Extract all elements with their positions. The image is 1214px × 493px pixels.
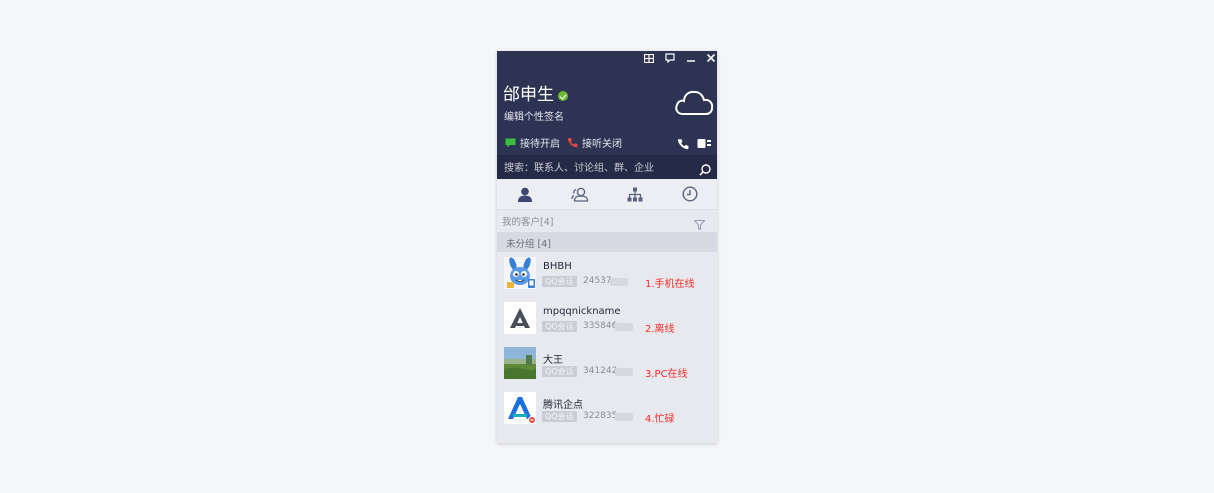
grey-a-logo-avatar	[504, 302, 536, 334]
contact-name: 大王	[543, 355, 563, 366]
contact-row[interactable]: mpqqnickname QQ会话 335846 2.离线	[497, 297, 717, 342]
search-input[interactable]	[497, 155, 702, 181]
contact-id: 322835	[583, 411, 618, 421]
landscape-avatar	[504, 347, 536, 379]
minimize-icon[interactable]	[684, 52, 698, 64]
contact-name: 腾讯企点	[543, 400, 583, 411]
tab-organization[interactable]	[607, 179, 662, 209]
profile-name: 邰申生	[503, 85, 554, 105]
clock-icon	[681, 186, 698, 202]
qq-session-badge: QQ会话	[542, 366, 577, 377]
blue-a-logo-avatar	[504, 392, 536, 424]
profile-name-row: 邰申生	[503, 84, 568, 106]
tab-contacts[interactable]	[497, 179, 552, 209]
signature-edit[interactable]: 编辑个性签名	[504, 108, 564, 123]
org-chart-icon	[627, 187, 642, 201]
search-bar	[497, 155, 717, 181]
qq-session-badge: QQ会话	[542, 276, 577, 287]
status-note: 1.手机在线	[645, 279, 695, 290]
contact-id: 341242	[583, 366, 618, 376]
status-note: 3.PC在线	[645, 369, 688, 380]
contact-row[interactable]: BHBH QQ会话 24537 1.手机在线	[497, 252, 717, 297]
tab-recent[interactable]	[662, 179, 717, 209]
device-switch-icon[interactable]	[697, 135, 712, 154]
listen-label: 接听关闭	[582, 139, 622, 150]
close-icon[interactable]	[704, 52, 717, 64]
chat-bubble-icon	[505, 138, 516, 147]
profile-header: 邰申生 编辑个性签名 接待开启 接听关闭	[497, 51, 717, 181]
phone-off-icon	[567, 138, 578, 148]
search-icon[interactable]	[699, 161, 711, 180]
contact-row[interactable]: 大王 QQ会话 341242 3.PC在线	[497, 342, 717, 387]
redacted-id	[615, 368, 633, 376]
tab-colleagues[interactable]	[552, 179, 607, 209]
reception-toggle[interactable]: 接待开启	[505, 135, 560, 150]
reception-label: 接待开启	[520, 139, 560, 150]
status-note: 2.离线	[645, 324, 675, 335]
cloud-icon[interactable]	[674, 87, 714, 121]
contact-row[interactable]: 腾讯企点 QQ会话 322835 4.忙碌	[497, 387, 717, 432]
redacted-id	[615, 413, 633, 421]
qq-session-badge: QQ会话	[542, 321, 577, 332]
qq-session-badge: QQ会话	[542, 411, 577, 422]
subgroup-ungrouped[interactable]: 未分组 [4]	[497, 232, 717, 252]
redacted-id	[615, 323, 633, 331]
redacted-id	[610, 278, 628, 286]
tab-bar	[497, 179, 717, 210]
group-title: 我的客户[4]	[502, 217, 554, 228]
contact-name: BHBH	[543, 261, 572, 272]
contact-name: mpqqnickname	[543, 306, 621, 317]
contact-id: 24537	[583, 276, 612, 286]
person-icon	[517, 187, 532, 202]
contact-id: 335846	[583, 321, 618, 331]
message-icon[interactable]	[663, 52, 677, 64]
listen-toggle[interactable]: 接听关闭	[567, 135, 622, 150]
group-header: 我的客户[4]	[497, 210, 717, 231]
people-icon	[570, 187, 588, 202]
subgroup-title: 未分组 [4]	[506, 239, 551, 250]
status-note: 4.忙碌	[645, 414, 675, 425]
skin-icon[interactable]	[642, 52, 656, 64]
contact-list: BHBH QQ会话 24537 1.手机在线 mpqqnickname QQ会话…	[497, 252, 717, 432]
online-status-icon[interactable]	[558, 91, 568, 101]
customer-panel: 邰申生 编辑个性签名 接待开启 接听关闭 搜索：联系人、讨论组、群、企业 我的客…	[497, 51, 717, 443]
rabbit-avatar	[504, 257, 536, 289]
phone-icon[interactable]	[677, 135, 689, 154]
